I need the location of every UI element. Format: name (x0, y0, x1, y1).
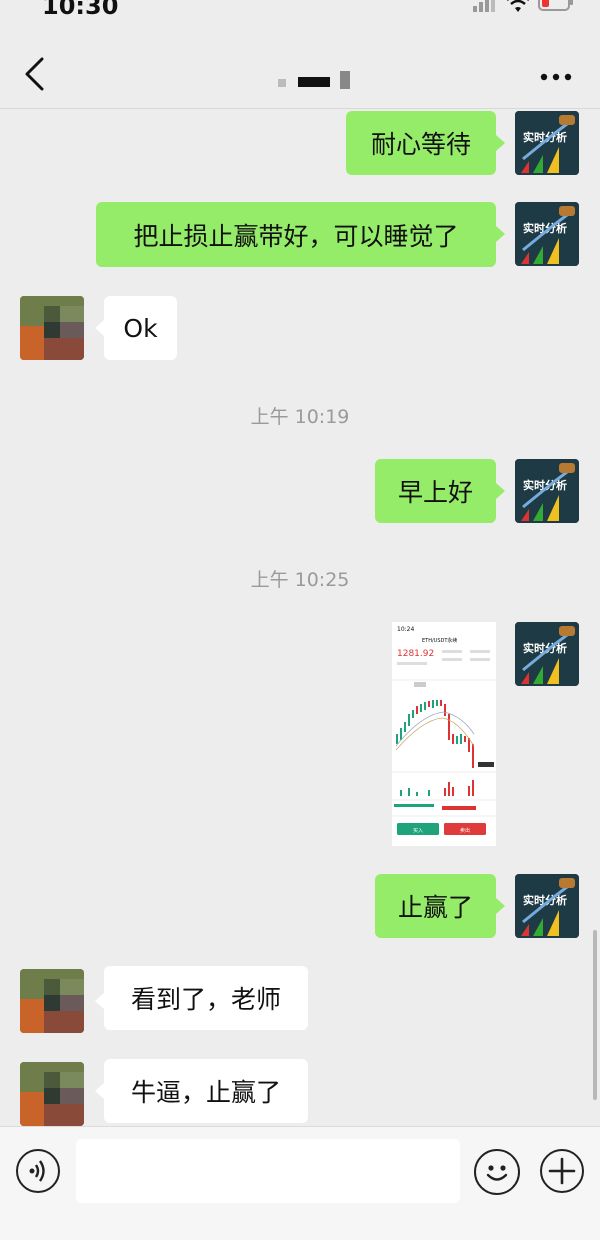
message-text: 耐心等待 (370, 130, 471, 159)
teacher-avatar-logo: 实时分析 (515, 459, 579, 523)
chat-header (0, 30, 600, 109)
bubble-tail (496, 483, 505, 499)
user-avatar-pixelated (20, 969, 84, 1033)
avatar[interactable] (20, 296, 84, 360)
message-text: 看到了，老师 (130, 985, 281, 1014)
bubble-tail (496, 898, 505, 914)
bubble-tail (95, 993, 104, 1009)
shot-price: 1281.92 (397, 649, 434, 659)
avatar[interactable]: 实时分析 (515, 874, 579, 938)
wifi-icon (507, 0, 529, 12)
message-bubble-sent[interactable]: 耐心等待 (346, 111, 496, 175)
more-horizontal-icon[interactable] (540, 72, 572, 82)
avatar[interactable]: 实时分析 (515, 622, 579, 686)
shot-time: 10:24 (397, 626, 414, 633)
message-bubble-sent[interactable]: 止赢了 (375, 874, 496, 938)
user-avatar-pixelated (20, 296, 84, 360)
message-bubble-sent[interactable]: 把止损止赢带好，可以睡觉了 (96, 202, 496, 267)
teacher-avatar-logo: 实时分析 (515, 874, 579, 938)
user-avatar-pixelated (20, 1062, 84, 1126)
avatar[interactable] (20, 969, 84, 1033)
message-bubble-received[interactable]: Ok (104, 296, 177, 360)
bubble-tail (496, 226, 505, 242)
message-text: Ok (123, 313, 158, 343)
bubble-tail (496, 135, 505, 151)
avatar[interactable]: 实时分析 (515, 111, 579, 175)
message-timestamp: 上午 10:19 (250, 406, 350, 428)
voice-icon[interactable] (16, 1149, 60, 1193)
status-bar: 10:30 (0, 0, 600, 30)
buy-label: 买入 (413, 827, 423, 834)
teacher-avatar-logo: 实时分析 (515, 202, 579, 266)
contact-name-redacted (278, 71, 350, 89)
status-time: 10:30 (42, 0, 119, 20)
input-bar (0, 1126, 600, 1240)
shot-pair: ETH/USDT永续 (422, 637, 457, 644)
bubble-tail (95, 1083, 104, 1099)
message-input[interactable] (76, 1139, 460, 1203)
message-list[interactable]: 耐心等待 实时分析 把止损止赢带好，可以睡觉了 实时分析 Ok 上午 10:19… (0, 109, 600, 1126)
message-text: 早上好 (397, 478, 473, 507)
scrollbar[interactable] (593, 930, 597, 1100)
message-bubble-received[interactable]: 看到了，老师 (104, 966, 308, 1030)
message-bubble-received[interactable]: 牛逼，止赢了 (104, 1059, 308, 1123)
message-timestamp: 上午 10:25 (250, 569, 350, 591)
emoji-icon[interactable] (474, 1149, 520, 1195)
chevron-left-icon[interactable] (22, 57, 48, 91)
avatar[interactable] (20, 1062, 84, 1126)
message-text: 牛逼，止赢了 (130, 1078, 281, 1107)
battery-icon (538, 0, 573, 11)
chart-screenshot-thumbnail: 10:24 ETH/USDT永续 1281.92 买入 卖出 (392, 622, 496, 846)
signal-icon (473, 0, 495, 12)
teacher-avatar-logo: 实时分析 (515, 622, 579, 686)
avatar[interactable]: 实时分析 (515, 459, 579, 523)
bubble-tail (95, 320, 104, 336)
plus-icon[interactable] (540, 1149, 584, 1193)
message-text: 止赢了 (397, 893, 473, 922)
teacher-avatar-logo: 实时分析 (515, 111, 579, 175)
sell-label: 卖出 (460, 827, 470, 834)
message-text: 把止损止赢带好，可以睡觉了 (133, 221, 459, 251)
message-bubble-sent[interactable]: 早上好 (375, 459, 496, 523)
image-message[interactable]: 10:24 ETH/USDT永续 1281.92 买入 卖出 (392, 622, 496, 846)
avatar[interactable]: 实时分析 (515, 202, 579, 266)
